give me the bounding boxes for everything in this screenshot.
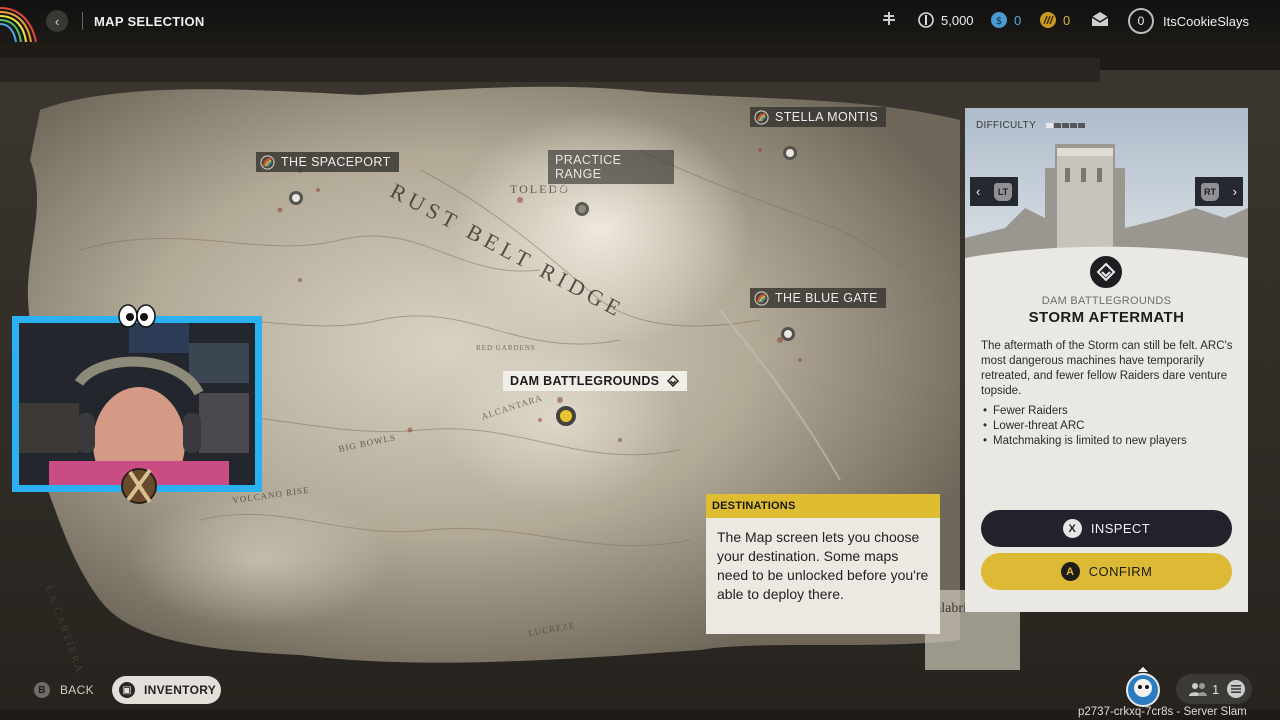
gold-currency-value: 0 [1063,12,1071,28]
chat-icon[interactable] [1227,680,1246,698]
blue-currency-value: 0 [1014,12,1022,28]
b-button-icon: B [34,682,50,698]
view-button-icon: ▣ [119,682,135,698]
back-chevron-icon[interactable]: ‹ [46,10,68,32]
coins-balance: 5,000 [917,11,974,29]
crossed-tools-icon [121,468,157,504]
difficulty-bar [1069,122,1077,128]
practice-range-rounds: Rounds played: 0/4 [555,183,637,194]
location-stella-montis[interactable]: STELLA MONTIS [750,107,887,127]
svg-text:$: $ [996,16,1002,27]
chevron-left-icon: ‹ [976,184,981,199]
difficulty-bar [1061,122,1069,128]
coins-value: 5,000 [941,12,974,28]
server-id: p2737-crkxq-7cr8s - Server Slam [1078,706,1247,718]
rt-trigger-icon: RT [1201,182,1219,201]
confirm-label: CONFIRM [1088,564,1153,579]
map-logo-icon [754,290,769,306]
blue-currency-balance: $ 0 [990,11,1021,29]
map-pin-blue-gate[interactable] [781,327,795,341]
inventory-button[interactable]: ▣ INVENTORY [112,676,221,704]
party-count: 1 [1212,681,1220,697]
map-emblem-icon [1087,253,1125,291]
location-label: DAM BATTLEGROUNDS [510,374,660,388]
top-bar: ‹ MAP SELECTION 5,000 $ 0 0 0 ItsCookieS… [0,0,1280,42]
difficulty-label: DIFFICULTY [976,120,1036,131]
gold-token-icon [1039,11,1057,29]
people-icon [1189,683,1207,696]
map-logo-icon [260,154,275,170]
list-item: Lower-threat ARC [983,419,1187,434]
blue-token-icon: $ [990,11,1008,29]
player-avatar[interactable] [1124,664,1162,708]
map-pin-spaceport[interactable] [289,191,303,205]
destinations-tooltip: DESTINATIONS The Map screen lets you cho… [706,494,940,634]
condition-modifiers-list: Fewer Raiders Lower-threat ARC Matchmaki… [983,404,1187,449]
difficulty-indicator: DIFFICULTY [976,120,1086,131]
location-dam-battlegrounds[interactable]: DAM BATTLEGROUNDS [503,371,687,391]
inventory-weight-icon [881,11,897,27]
diamond-icon [667,375,680,387]
coin-icon [917,11,935,29]
location-label: STELLA MONTIS [775,110,879,124]
gold-currency-balance: 0 [1039,11,1070,29]
practice-range-label: PRACTICE RANGE [555,153,622,181]
lt-trigger-icon: LT [994,182,1012,201]
rainbow-stripe-icon [0,7,37,42]
a-button-icon: A [1060,562,1080,581]
map-details-panel: DIFFICULTY ‹ LT RT › DAM BATTLEGROUNDS S… [965,108,1248,612]
location-the-spaceport[interactable]: THE SPACEPORT [256,152,399,172]
party-widget[interactable]: 1 [1176,674,1252,704]
location-label: THE SPACEPORT [281,155,391,169]
map-pin-dam-battlegrounds-selected[interactable] [556,406,576,426]
location-practice-range[interactable]: PRACTICE RANGE Rounds played: 0/4 [548,150,674,194]
map-logo-icon [754,109,769,125]
back-button[interactable]: B BACK [34,682,94,698]
chevron-right-icon: › [1232,184,1237,199]
location-label: THE BLUE GATE [775,291,878,305]
inspect-label: INSPECT [1090,521,1151,536]
username: ItsCookieSlays [1163,13,1249,29]
cartoon-eyes-icon [118,304,156,328]
page-title: MAP SELECTION [94,14,205,29]
difficulty-bar [1077,122,1085,128]
difficulty-bar [1045,122,1053,128]
tooltip-header: DESTINATIONS [706,494,940,518]
map-name: DAM BATTLEGROUNDS [1041,295,1172,307]
map-pin-practice-range[interactable] [575,202,589,216]
tooltip-body: The Map screen lets you choose your dest… [717,529,929,602]
previous-map-button[interactable]: ‹ LT [970,177,1018,206]
list-item: Fewer Raiders [983,404,1187,419]
next-map-button[interactable]: RT › [1195,177,1243,206]
difficulty-bar [1053,122,1061,128]
difficulty-bars [1045,122,1086,128]
inventory-label: INVENTORY [144,683,217,697]
player-level-badge: 0 [1128,8,1154,34]
mail-icon[interactable] [1091,11,1109,27]
list-item: Matchmaking is limited to new players [983,434,1187,449]
inspect-button[interactable]: X INSPECT [981,510,1232,547]
location-the-blue-gate[interactable]: THE BLUE GATE [750,288,886,308]
x-button-icon: X [1062,519,1082,538]
confirm-button[interactable]: A CONFIRM [981,553,1232,590]
map-condition-description: The aftermath of the Storm can still be … [981,340,1233,397]
terrain-label-red-gardens: RED GARDENS [476,344,536,352]
title-divider [82,12,83,30]
map-pin-stella-montis[interactable] [783,146,797,160]
map-condition-title: STORM AFTERMATH [1028,309,1185,326]
back-label: BACK [60,683,94,697]
player-profile[interactable]: 0 ItsCookieSlays [1128,8,1249,34]
